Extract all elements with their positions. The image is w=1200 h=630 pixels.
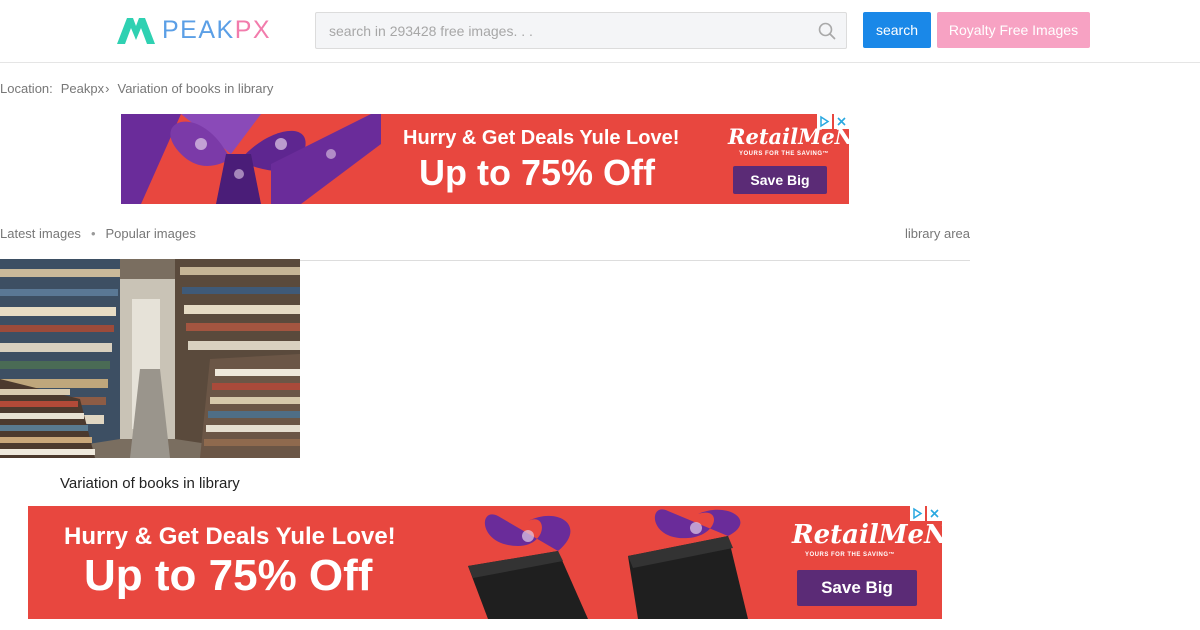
- royalty-free-images-button[interactable]: Royalty Free Images: [937, 12, 1090, 48]
- close-icon[interactable]: [927, 506, 942, 521]
- ad-headline-big: Up to 75% Off: [419, 152, 656, 193]
- close-icon[interactable]: [834, 114, 849, 129]
- advertisement-banner-top[interactable]: Hurry & Get Deals Yule Love! Up to 75% O…: [121, 114, 849, 204]
- breadcrumb: Location: Peakpx › Variation of books in…: [0, 80, 273, 98]
- search-button[interactable]: search: [863, 12, 931, 48]
- breadcrumb-item-home[interactable]: Peakpx: [61, 80, 104, 98]
- bookstore-aisle-photo: [0, 259, 300, 458]
- breadcrumb-separator: ›: [105, 81, 110, 96]
- peakpx-logo[interactable]: PEAKPX: [116, 12, 271, 48]
- advertisement-banner-bottom[interactable]: Hurry & Get Deals Yule Love! Up to 75% O…: [28, 506, 942, 619]
- search-icon[interactable]: [818, 22, 836, 40]
- logo-wordmark: PEAKPX: [162, 16, 272, 44]
- search-input[interactable]: [316, 13, 796, 48]
- ad-tagline: YOURS FOR THE SAVING™: [805, 552, 896, 558]
- ad-cta-button[interactable]: Save Big: [733, 166, 827, 194]
- breadcrumb-prefix: Location:: [0, 81, 53, 96]
- ribbon-bow-icon: [121, 114, 381, 204]
- tab-separator: •: [90, 226, 96, 241]
- tag-link-library-area[interactable]: library area: [905, 226, 970, 242]
- adchoices-icon[interactable]: [817, 114, 832, 129]
- breadcrumb-item-current: Variation of books in library: [117, 81, 274, 96]
- ad-controls: [815, 114, 849, 129]
- ad-headline-top: Hurry & Get Deals Yule Love!: [64, 523, 396, 550]
- tab-popular-images[interactable]: Popular images: [106, 226, 196, 242]
- adchoices-icon[interactable]: [910, 506, 925, 521]
- ad-controls: [908, 506, 942, 521]
- image-thumbnail[interactable]: [0, 259, 300, 458]
- mountain-logo-icon: [117, 18, 155, 44]
- image-tabs-bar: Latest images • Popular images library a…: [0, 226, 970, 261]
- site-header: PEAKPX search Royalty Free Images: [0, 0, 1200, 63]
- ad-tagline: YOURS FOR THE SAVING™: [739, 151, 830, 157]
- image-caption[interactable]: Variation of books in library: [60, 475, 240, 493]
- gift-shoes-icon: [468, 509, 748, 619]
- search-box: [315, 12, 847, 49]
- ad-cta-button[interactable]: Save Big: [797, 570, 917, 606]
- ad-headline-top: Hurry & Get Deals Yule Love!: [403, 127, 680, 149]
- tab-latest-images[interactable]: Latest images: [0, 226, 81, 242]
- ad-headline-big: Up to 75% Off: [84, 551, 373, 600]
- ad-brand-logo: RetailMeNot: [792, 520, 942, 550]
